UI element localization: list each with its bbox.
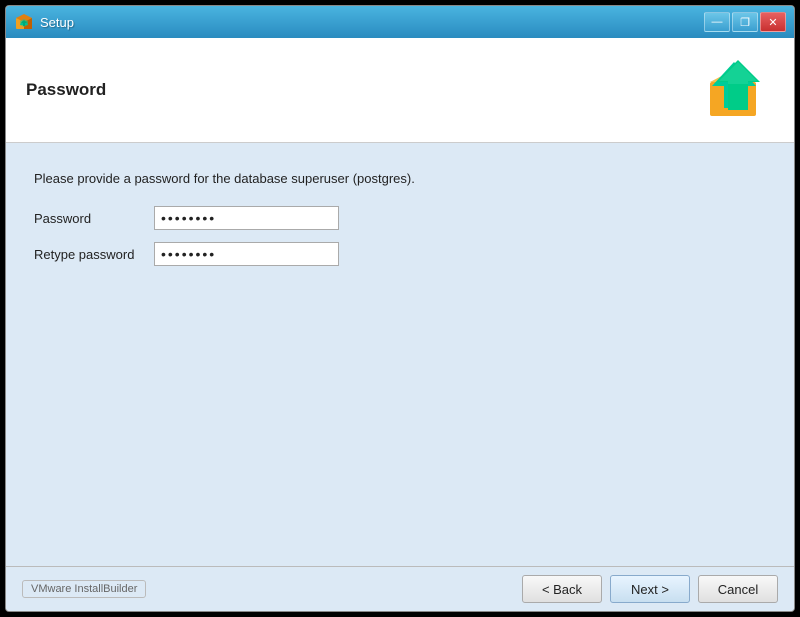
maximize-button[interactable]: ❐	[732, 12, 758, 32]
back-button[interactable]: < Back	[522, 575, 602, 603]
window-title: Setup	[40, 15, 704, 30]
password-label: Password	[34, 211, 154, 226]
password-input[interactable]	[154, 206, 339, 230]
cancel-button[interactable]: Cancel	[698, 575, 778, 603]
footer: VMware InstallBuilder < Back Next > Canc…	[6, 566, 794, 611]
retype-password-label: Retype password	[34, 247, 154, 262]
password-row: Password	[34, 206, 766, 230]
setup-window: Setup — ❐ ✕ Password Ple	[5, 5, 795, 612]
page-title: Password	[26, 80, 106, 100]
header-icon	[702, 54, 774, 126]
retype-password-row: Retype password	[34, 242, 766, 266]
next-button[interactable]: Next >	[610, 575, 690, 603]
window-icon	[14, 12, 34, 32]
footer-buttons: < Back Next > Cancel	[522, 575, 778, 603]
window-control-buttons: — ❐ ✕	[704, 12, 786, 32]
title-bar: Setup — ❐ ✕	[6, 6, 794, 38]
description-text: Please provide a password for the databa…	[34, 171, 766, 186]
brand-box: VMware InstallBuilder	[22, 580, 146, 598]
minimize-button[interactable]: —	[704, 12, 730, 32]
brand-label: VMware InstallBuilder	[22, 580, 522, 598]
header-panel: Password	[6, 38, 794, 143]
retype-password-input[interactable]	[154, 242, 339, 266]
close-button[interactable]: ✕	[760, 12, 786, 32]
content-area: Please provide a password for the databa…	[6, 143, 794, 566]
